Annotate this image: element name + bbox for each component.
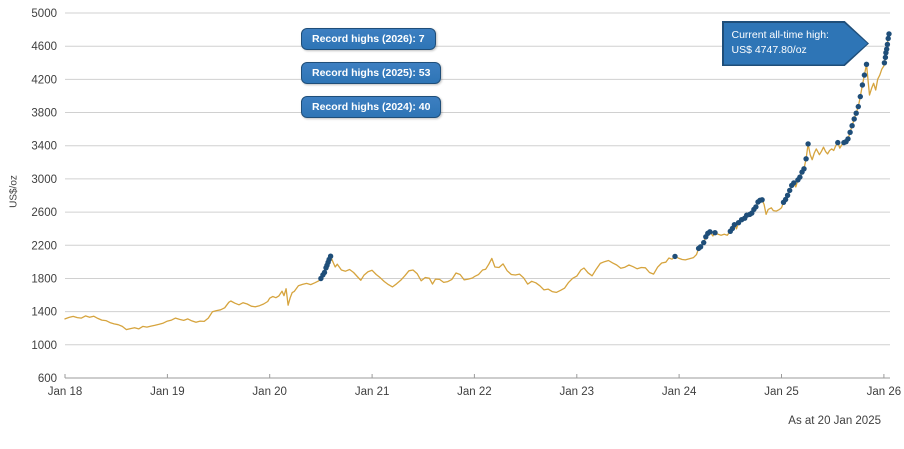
record-high-dot [803,156,808,161]
record-high-dot [854,111,859,116]
record-high-dot [797,174,802,179]
record-high-dot [886,31,891,36]
all-time-high-callout-arrow: Current all-time high: US$ 4747.80/oz [722,21,869,66]
record-high-dot [882,60,887,65]
record-high-dot [885,42,890,47]
record-highs-2024-label: Record highs (2024): 40 [312,101,430,113]
record-highs-2025-label: Record highs (2025): 53 [312,67,430,79]
record-high-dot [858,94,863,99]
record-high-dot [672,254,677,259]
y-tick-label: 4600 [31,41,57,53]
record-highs-2026-label: Record highs (2026): 7 [312,33,425,45]
x-tick-label: Jan 21 [355,386,390,398]
record-high-dot [712,230,717,235]
record-high-dot [847,130,852,135]
all-time-high-callout-line1: Current all-time high: [732,28,868,44]
x-tick-label: Jan 26 [867,386,902,398]
gold-price-plot-area: 600 1000 1400 1800 2200 2600 3000 3400 3800 4200 4… [0,0,904,449]
y-tick-label: 3800 [31,108,57,120]
record-high-dot [328,254,333,259]
y-tick-label: 2600 [31,207,57,219]
record-high-dot [884,46,889,51]
record-highs-2026-badge: Record highs (2026): 7 [301,28,436,50]
record-highs-2024-badge: Record highs (2024): 40 [301,96,441,118]
x-tick-label: Jan 24 [662,386,697,398]
y-tick-label: 1400 [31,307,57,319]
record-high-dot [701,240,706,245]
record-high-dot [852,116,857,121]
all-time-high-callout: Current all-time high: US$ 4747.80/oz [724,23,868,65]
record-high-dot [753,204,758,209]
record-high-dot [787,188,792,193]
record-high-dot [322,270,327,275]
record-high-dot [801,166,806,171]
record-high-dot [860,82,865,87]
record-high-dot [707,229,712,234]
y-tick-label: 3000 [31,174,57,186]
y-tick-label: 5000 [31,8,57,20]
record-high-dot [835,140,840,145]
all-time-high-callout-line2: US$ 4747.80/oz [732,43,868,59]
record-high-dot [845,136,850,141]
record-high-dot [856,104,861,109]
y-tick-label: 1000 [31,340,57,352]
y-axis-title: US$/oz [9,162,20,222]
y-tick-label: 1800 [31,273,57,285]
y-tick-label: 600 [38,373,57,385]
record-high-dot [785,193,790,198]
gold-price-line [65,34,889,330]
gold-price-chart: 600 1000 1400 1800 2200 2600 3000 3400 3800 4200 4… [0,0,904,449]
x-tick-label: Jan 19 [150,386,185,398]
x-tick-label: Jan 18 [48,386,83,398]
record-high-dot [805,141,810,146]
y-tick-label: 4200 [31,74,57,86]
x-tick-label: Jan 20 [252,386,287,398]
x-tick-label: Jan 23 [560,386,595,398]
as-at-date-footnote: As at 20 Jan 2025 [788,415,881,427]
record-high-dot [883,55,888,60]
y-tick-label: 2200 [31,240,57,252]
record-high-dot [864,62,869,67]
record-high-dot [849,123,854,128]
x-tick-label: Jan 22 [457,386,492,398]
y-tick-label: 3400 [31,141,57,153]
record-high-dot [862,72,867,77]
x-tick-label: Jan 25 [764,386,799,398]
record-high-dot [886,36,891,41]
record-highs-2025-badge: Record highs (2025): 53 [301,62,441,84]
record-high-dot [759,197,764,202]
